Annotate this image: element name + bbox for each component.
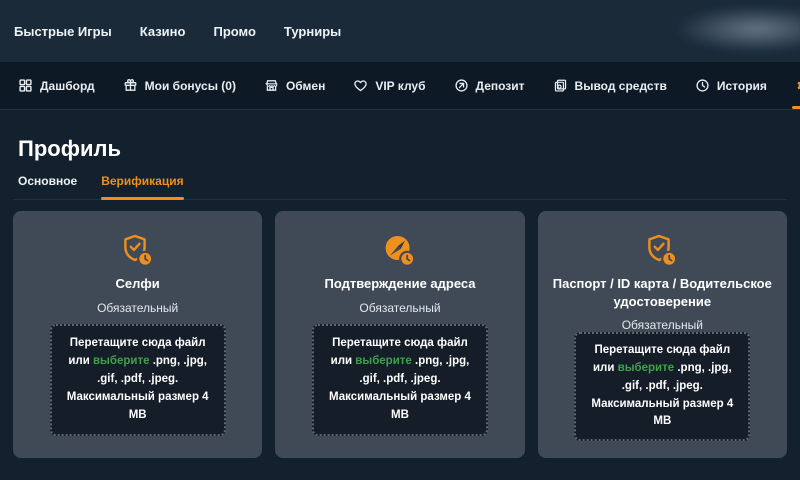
deposit-icon <box>454 78 469 93</box>
dropzone-instructions: Перетащите сюда файл или выберите .png, … <box>584 342 740 431</box>
file-dropzone[interactable]: Перетащите сюда файл или выберите .png, … <box>312 324 488 436</box>
subnav-item-history[interactable]: История <box>695 62 767 109</box>
subnav-item-deposit[interactable]: Депозит <box>454 62 525 109</box>
card-title: Паспорт / ID карта / Водительское удосто… <box>552 275 772 310</box>
card-requirement: Обязательный <box>359 301 440 315</box>
file-select-link[interactable]: выберите <box>618 362 675 374</box>
compass-clock-icon <box>382 233 418 269</box>
topbar: Быстрые Игры Казино Промо Турниры <box>0 0 800 62</box>
topnav-item-fast-games[interactable]: Быстрые Игры <box>14 24 112 39</box>
file-dropzone[interactable]: Перетащите сюда файл или выберите .png, … <box>50 324 226 436</box>
subnav-label: История <box>717 79 767 93</box>
verification-card-selfie: Селфи Обязательный Перетащите сюда файл … <box>13 211 262 458</box>
subnav-label: Вывод средств <box>575 79 667 93</box>
subnav-label: Мои бонусы (0) <box>145 79 236 93</box>
verification-card-address: Подтверждение адреса Обязательный Перета… <box>275 211 524 458</box>
subnav-item-dashboard[interactable]: Дашборд <box>18 62 95 109</box>
card-title: Подтверждение адреса <box>324 275 475 293</box>
topnav-item-casino[interactable]: Казино <box>140 24 186 39</box>
dropzone-instructions: Перетащите сюда файл или выберите .png, … <box>322 335 478 424</box>
subnav-label: Обмен <box>286 79 325 93</box>
subnav-label: Депозит <box>476 79 525 93</box>
topnav-item-promo[interactable]: Промо <box>213 24 255 39</box>
file-select-link[interactable]: выберите <box>355 355 412 367</box>
tab-verification[interactable]: Верификация <box>101 174 183 199</box>
blurred-user-info <box>676 6 800 52</box>
withdraw-icon <box>553 78 568 93</box>
dashboard-icon <box>18 78 33 93</box>
verification-cards: Селфи Обязательный Перетащите сюда файл … <box>13 211 787 458</box>
card-title: Селфи <box>116 275 160 293</box>
history-icon <box>695 78 710 93</box>
account-subnav: Дашборд Мои бонусы (0) Обмен VIP клуб Д <box>0 62 800 110</box>
topnav-item-tournaments[interactable]: Турниры <box>284 24 341 39</box>
profile-tabs: Основное Верификация <box>13 174 787 200</box>
gift-icon <box>123 78 138 93</box>
gear-icon <box>795 78 800 93</box>
card-requirement: Обязательный <box>97 301 178 315</box>
file-select-link[interactable]: выберите <box>93 355 150 367</box>
shield-check-clock-icon <box>120 233 156 269</box>
subnav-label: Дашборд <box>40 79 95 93</box>
page-title: Профиль <box>18 136 787 162</box>
subnav-item-exchange[interactable]: Обмен <box>264 62 325 109</box>
file-dropzone[interactable]: Перетащите сюда файл или выберите .png, … <box>574 332 750 441</box>
heart-icon <box>353 78 368 93</box>
card-requirement: Обязательный <box>622 318 703 332</box>
subnav-item-withdrawal[interactable]: Вывод средств <box>553 62 667 109</box>
subnav-item-my-bonuses[interactable]: Мои бонусы (0) <box>123 62 236 109</box>
subnav-item-account-settings[interactable]: Настройки аккаунта <box>795 62 800 109</box>
shield-check-clock-icon <box>644 233 680 269</box>
subnav-item-vip-club[interactable]: VIP клуб <box>353 62 425 109</box>
shop-icon <box>264 78 279 93</box>
tab-main[interactable]: Основное <box>18 174 77 199</box>
verification-card-passport: Паспорт / ID карта / Водительское удосто… <box>538 211 787 458</box>
subnav-label: VIP клуб <box>375 79 425 93</box>
profile-section: Профиль Основное Верификация Селфи Обяза… <box>0 136 800 458</box>
dropzone-instructions: Перетащите сюда файл или выберите .png, … <box>60 335 216 424</box>
